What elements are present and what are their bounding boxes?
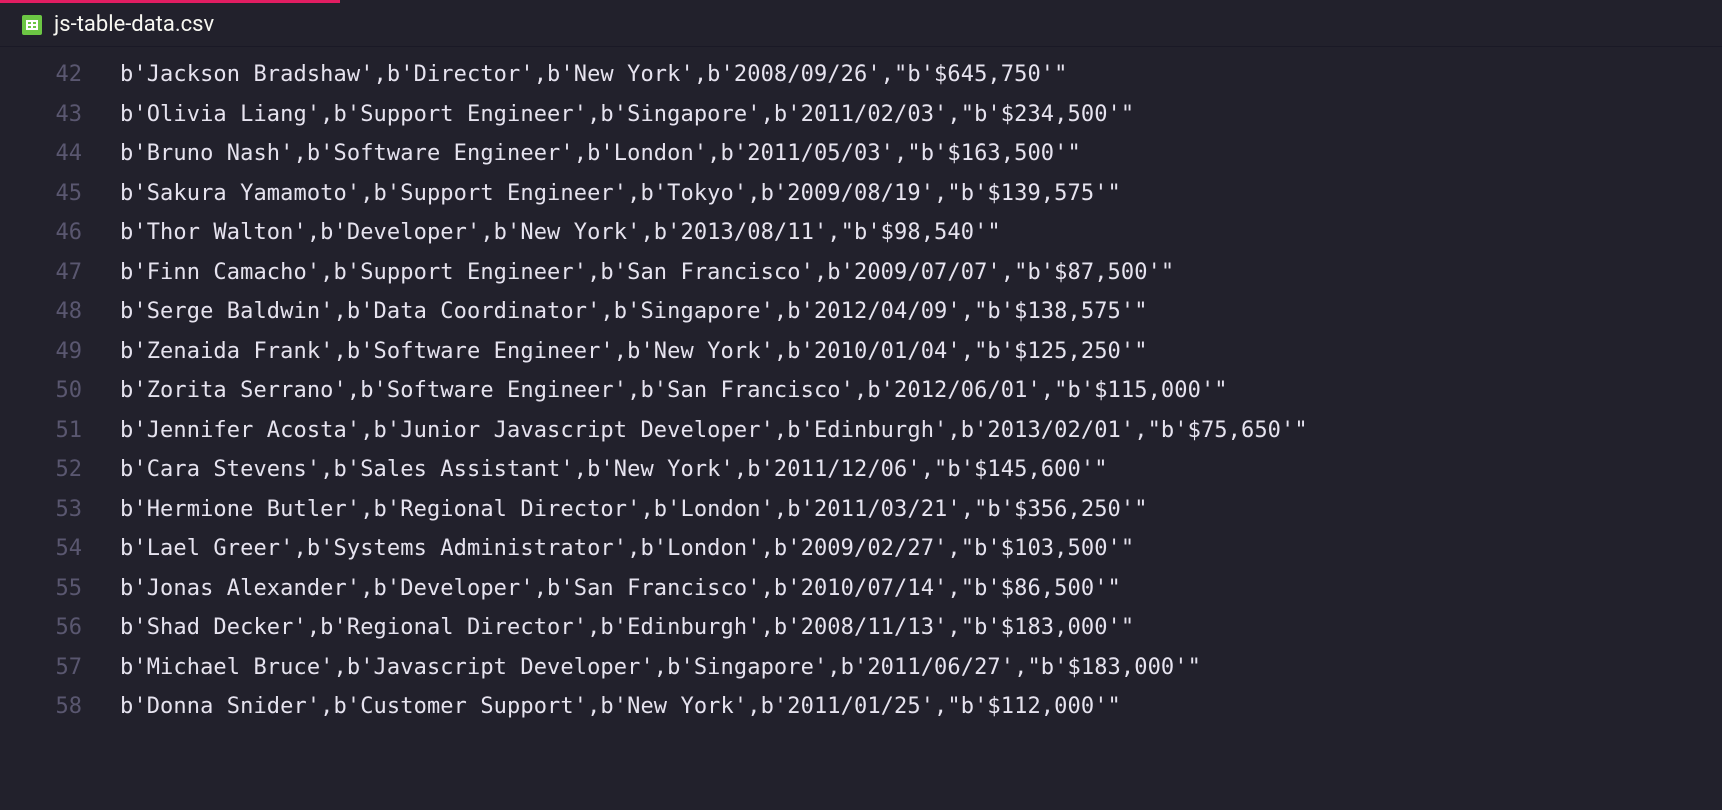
line-number: 49: [0, 332, 82, 372]
code-editor[interactable]: 4243444546474849505152535455565758 b'Jac…: [0, 47, 1722, 727]
line-number: 51: [0, 411, 82, 451]
code-line[interactable]: b'Donna Snider',b'Customer Support',b'Ne…: [120, 687, 1722, 727]
line-number: 46: [0, 213, 82, 253]
line-number: 48: [0, 292, 82, 332]
line-number: 44: [0, 134, 82, 174]
gutter: 4243444546474849505152535455565758: [0, 55, 92, 727]
code-line[interactable]: b'Thor Walton',b'Developer',b'New York',…: [120, 213, 1722, 253]
line-number: 58: [0, 687, 82, 727]
code-line[interactable]: b'Michael Bruce',b'Javascript Developer'…: [120, 648, 1722, 688]
code-line[interactable]: b'Jennifer Acosta',b'Junior Javascript D…: [120, 411, 1722, 451]
line-number: 55: [0, 569, 82, 609]
line-number: 45: [0, 174, 82, 214]
csv-file-icon: [22, 15, 42, 35]
code-line[interactable]: b'Zenaida Frank',b'Software Engineer',b'…: [120, 332, 1722, 372]
code-line[interactable]: b'Bruno Nash',b'Software Engineer',b'Lon…: [120, 134, 1722, 174]
code-line[interactable]: b'Zorita Serrano',b'Software Engineer',b…: [120, 371, 1722, 411]
tab-filename[interactable]: js-table-data.csv: [54, 12, 214, 37]
code-line[interactable]: b'Finn Camacho',b'Support Engineer',b'Sa…: [120, 253, 1722, 293]
line-number: 50: [0, 371, 82, 411]
code-line[interactable]: b'Sakura Yamamoto',b'Support Engineer',b…: [120, 174, 1722, 214]
line-number: 43: [0, 95, 82, 135]
line-number: 52: [0, 450, 82, 490]
code-line[interactable]: b'Cara Stevens',b'Sales Assistant',b'New…: [120, 450, 1722, 490]
code-content[interactable]: b'Jackson Bradshaw',b'Director',b'New Yo…: [92, 55, 1722, 727]
line-number: 47: [0, 253, 82, 293]
code-line[interactable]: b'Shad Decker',b'Regional Director',b'Ed…: [120, 608, 1722, 648]
code-line[interactable]: b'Olivia Liang',b'Support Engineer',b'Si…: [120, 95, 1722, 135]
code-line[interactable]: b'Serge Baldwin',b'Data Coordinator',b'S…: [120, 292, 1722, 332]
line-number: 56: [0, 608, 82, 648]
line-number: 54: [0, 529, 82, 569]
code-line[interactable]: b'Jonas Alexander',b'Developer',b'San Fr…: [120, 569, 1722, 609]
editor-tab-bar: js-table-data.csv: [0, 3, 1722, 47]
line-number: 42: [0, 55, 82, 95]
line-number: 57: [0, 648, 82, 688]
line-number: 53: [0, 490, 82, 530]
code-line[interactable]: b'Jackson Bradshaw',b'Director',b'New Yo…: [120, 55, 1722, 95]
code-line[interactable]: b'Lael Greer',b'Systems Administrator',b…: [120, 529, 1722, 569]
code-line[interactable]: b'Hermione Butler',b'Regional Director',…: [120, 490, 1722, 530]
